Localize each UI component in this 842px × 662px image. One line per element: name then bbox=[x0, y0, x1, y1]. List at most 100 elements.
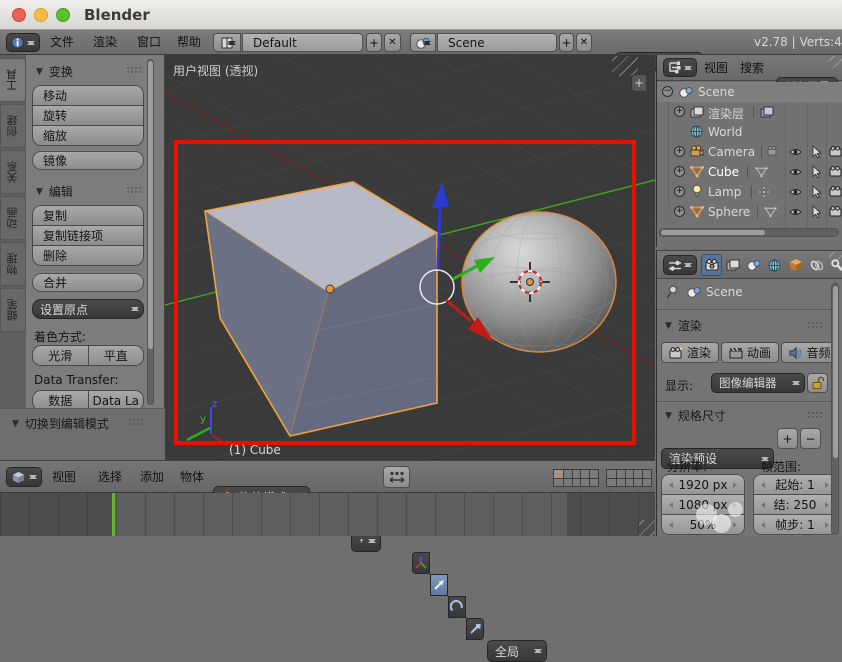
expand-expander-icon[interactable]: + bbox=[674, 106, 685, 117]
panel-drag-grip[interactable] bbox=[126, 186, 142, 194]
tab-world[interactable] bbox=[764, 254, 785, 276]
set-origin-dropdown[interactable]: 设置原点 bbox=[32, 299, 144, 319]
render-animation-button[interactable]: 动画 bbox=[721, 342, 779, 363]
render-restrict-camera-icon[interactable] bbox=[829, 166, 842, 177]
mirror-button[interactable]: 镜像 bbox=[32, 151, 144, 170]
layers-widget-group1[interactable] bbox=[553, 469, 599, 487]
editor-type-button-properties[interactable] bbox=[663, 255, 697, 275]
add-scene-button[interactable]: + bbox=[559, 33, 574, 52]
selectable-cursor-icon[interactable] bbox=[812, 185, 822, 199]
panel-header-transform[interactable]: ▼ 变换 bbox=[36, 63, 73, 80]
pin-icon[interactable] bbox=[665, 285, 679, 300]
panel-drag-grip[interactable] bbox=[126, 66, 142, 74]
close-window-button[interactable] bbox=[12, 8, 26, 22]
corner-resize-grip[interactable] bbox=[829, 252, 842, 262]
shade-smooth-button[interactable]: 光滑 bbox=[33, 346, 88, 365]
corner-resize-grip[interactable] bbox=[639, 520, 655, 536]
remove-preset-button[interactable]: − bbox=[800, 428, 821, 449]
screen-layout-name-field[interactable]: Default bbox=[242, 33, 363, 52]
delete-scene-button[interactable]: ✕ bbox=[576, 33, 592, 52]
menu-window[interactable]: 窗口 bbox=[137, 30, 161, 55]
render-restrict-camera-icon[interactable] bbox=[829, 206, 842, 217]
layers-widget-group2[interactable] bbox=[606, 469, 652, 487]
editor-type-button-info[interactable] bbox=[6, 33, 40, 52]
panel-header-dimensions[interactable]: ▼ 规格尺寸 bbox=[665, 407, 726, 424]
delete-layout-button[interactable]: ✕ bbox=[384, 33, 401, 52]
panel-header-edit[interactable]: ▼ 编辑 bbox=[36, 183, 73, 200]
panel-drag-grip[interactable] bbox=[128, 418, 144, 426]
corner-resize-grip[interactable] bbox=[612, 56, 638, 76]
join-button[interactable]: 合并 bbox=[32, 273, 144, 292]
expand-expander-icon[interactable]: + bbox=[674, 166, 685, 177]
outliner-menu-view[interactable]: 视图 bbox=[704, 55, 728, 81]
render-restrict-camera-icon[interactable] bbox=[829, 186, 842, 197]
shelf-tab-tools[interactable]: 工具 bbox=[0, 58, 26, 102]
menu-help[interactable]: 帮助 bbox=[177, 30, 201, 55]
tab-constraints[interactable] bbox=[806, 254, 827, 276]
transform-orientation-dropdown[interactable]: 全局 bbox=[487, 640, 547, 662]
tab-scene[interactable] bbox=[743, 254, 764, 276]
panel-header-render[interactable]: ▼ 渲染 bbox=[665, 317, 702, 334]
hide-eye-icon[interactable] bbox=[789, 207, 802, 217]
tab-render-layers[interactable] bbox=[722, 254, 743, 276]
viewport-menu-view[interactable]: 视图 bbox=[52, 461, 76, 494]
viewport-menu-object[interactable]: 物体 bbox=[180, 461, 204, 494]
manipulate-centers-button[interactable] bbox=[383, 466, 410, 488]
shade-flat-button[interactable]: 平直 bbox=[89, 346, 144, 365]
outliner-hscrollbar[interactable] bbox=[659, 228, 839, 237]
selectable-cursor-icon[interactable] bbox=[812, 145, 822, 159]
outliner-row-lamp[interactable]: + Lamp bbox=[657, 182, 842, 202]
lock-interface-button[interactable] bbox=[807, 373, 828, 393]
delete-button[interactable]: 删除 bbox=[33, 246, 143, 265]
outliner-row-scene[interactable]: − Scene bbox=[657, 82, 842, 102]
zoom-window-button[interactable] bbox=[56, 8, 70, 22]
minimize-window-button[interactable] bbox=[34, 8, 48, 22]
scale-button[interactable]: 缩放 bbox=[33, 126, 143, 145]
selectable-cursor-icon[interactable] bbox=[812, 205, 822, 219]
panel-drag-grip[interactable] bbox=[807, 411, 823, 419]
scene-selector-icon-button[interactable] bbox=[410, 33, 436, 52]
render-restrict-camera-icon[interactable] bbox=[829, 146, 842, 157]
shelf-tab-relations[interactable]: 关系 bbox=[0, 150, 26, 194]
outliner-row-cube[interactable]: + Cube bbox=[657, 162, 842, 182]
add-preset-button[interactable]: + bbox=[777, 428, 798, 449]
frame-start-field[interactable]: 起始: 1 bbox=[754, 475, 836, 494]
duplicate-linked-button[interactable]: 复制链接项 bbox=[33, 226, 143, 245]
editor-type-button-outliner[interactable] bbox=[663, 58, 697, 77]
current-frame-marker[interactable] bbox=[112, 493, 115, 536]
hide-eye-icon[interactable] bbox=[789, 167, 802, 177]
manipulator-scale-button[interactable] bbox=[466, 618, 484, 640]
operator-panel-header[interactable]: ▼ 切换到编辑模式 bbox=[12, 415, 109, 432]
expand-expander-icon[interactable]: + bbox=[674, 206, 685, 217]
outliner-row-world[interactable]: World bbox=[657, 122, 842, 142]
properties-region-expand-tab[interactable]: + bbox=[631, 74, 646, 92]
menu-file[interactable]: 文件 bbox=[50, 30, 74, 55]
cube-mesh[interactable] bbox=[205, 182, 437, 436]
viewport-3d[interactable] bbox=[165, 55, 655, 460]
display-dropdown[interactable]: 图像编辑器 bbox=[711, 373, 805, 393]
panel-drag-grip[interactable] bbox=[807, 321, 823, 329]
expand-expander-icon[interactable]: + bbox=[674, 186, 685, 197]
rotate-button[interactable]: 旋转 bbox=[33, 106, 143, 125]
manipulator-rotate-button[interactable] bbox=[448, 596, 466, 618]
render-still-button[interactable]: 渲染 bbox=[661, 342, 719, 363]
outliner-row-camera[interactable]: + Camera bbox=[657, 142, 842, 162]
shelf-tab-grease-pencil[interactable]: 蜡笔 bbox=[0, 288, 26, 332]
shelf-tab-physics[interactable]: 物理 bbox=[0, 242, 26, 286]
outliner-menu-search[interactable]: 搜索 bbox=[740, 55, 764, 81]
hide-eye-icon[interactable] bbox=[789, 187, 802, 197]
outliner-row-sphere[interactable]: + Sphere bbox=[657, 202, 842, 222]
shelf-tab-create[interactable]: 创建 bbox=[0, 104, 26, 148]
collapse-expander-icon[interactable]: − bbox=[662, 86, 673, 97]
scene-name-field[interactable]: Scene bbox=[437, 33, 557, 52]
outliner-row-renderlayers[interactable]: + 渲染层 bbox=[657, 102, 842, 122]
menu-render[interactable]: 渲染 bbox=[93, 30, 117, 55]
frame-end-field[interactable]: 结: 250 bbox=[754, 495, 836, 514]
tab-object[interactable] bbox=[785, 254, 806, 276]
manipulator-axis-button[interactable] bbox=[412, 552, 430, 574]
viewport-menu-select[interactable]: 选择 bbox=[98, 461, 122, 494]
corner-resize-grip[interactable] bbox=[829, 56, 842, 68]
shelf-tab-animation[interactable]: 动画 bbox=[0, 196, 26, 240]
hide-eye-icon[interactable] bbox=[789, 147, 802, 157]
duplicate-button[interactable]: 复制 bbox=[33, 206, 143, 225]
